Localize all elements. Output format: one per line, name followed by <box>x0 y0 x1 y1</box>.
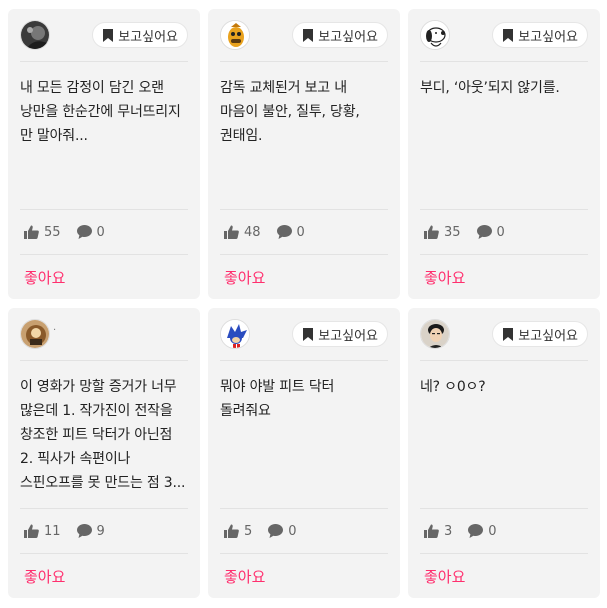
thumbs-up-icon <box>224 225 239 239</box>
like-button[interactable]: 좋아요 <box>20 566 65 587</box>
review-card: 보고싶어요 네? ㅇ0ㅇ? 3 0 좋아요 <box>408 308 600 598</box>
like-count-value: 48 <box>244 224 261 240</box>
like-button[interactable]: 좋아요 <box>220 267 265 288</box>
person-photo-avatar[interactable] <box>420 319 450 349</box>
card-stats: 35 0 <box>420 210 588 255</box>
thumbs-up-icon <box>424 225 439 239</box>
comment-count: 0 <box>476 224 505 240</box>
comment-count-value: 0 <box>488 523 497 539</box>
want-to-see-label: 보고싶어요 <box>318 327 378 343</box>
want-to-see-button[interactable]: 보고싶어요 <box>292 22 388 48</box>
comment-count: 0 <box>276 224 305 240</box>
want-to-see-label: 보고싶어요 <box>318 28 378 44</box>
card-stats: 5 0 <box>220 509 388 554</box>
comment-icon <box>476 225 492 239</box>
want-to-see-label: 보고싶어요 <box>118 28 178 44</box>
review-card-grid: 보고싶어요 내 모든 감정이 담긴 오랜 낭만을 한순간에 무너뜨리지 만 말아… <box>8 9 600 598</box>
like-button[interactable]: 좋아요 <box>420 267 465 288</box>
cartoon-character-avatar[interactable] <box>220 20 250 50</box>
card-header: . <box>20 308 188 361</box>
review-text[interactable]: 부디, ‘아웃’되지 않기를. <box>420 62 588 210</box>
comment-icon <box>76 225 92 239</box>
card-header: 보고싶어요 <box>420 9 588 62</box>
card-header: 보고싶어요 <box>220 9 388 62</box>
like-count: 55 <box>24 225 61 240</box>
want-to-see-button[interactable]: 보고싶어요 <box>492 321 588 347</box>
thumbs-up-icon <box>24 524 39 538</box>
bookmark-icon <box>503 28 514 42</box>
card-header: 보고싶어요 <box>420 308 588 361</box>
bookmark-icon <box>103 28 114 42</box>
card-stats: 55 0 <box>20 210 188 255</box>
sonic-avatar[interactable] <box>220 319 250 349</box>
like-count-value: 3 <box>444 523 453 539</box>
snoopy-avatar[interactable] <box>420 20 450 50</box>
card-stats: 11 9 <box>20 509 188 554</box>
comment-count-value: 9 <box>96 523 105 539</box>
figure-photo-avatar[interactable] <box>20 319 50 349</box>
card-stats: 48 0 <box>220 210 388 255</box>
user-photo-avatar[interactable] <box>20 20 50 50</box>
like-count: 5 <box>224 524 252 539</box>
card-header: 보고싶어요 <box>20 9 188 62</box>
like-count-value: 35 <box>444 224 461 240</box>
comment-icon <box>468 524 484 538</box>
comment-count: 0 <box>268 523 297 539</box>
bookmark-icon <box>503 327 514 341</box>
like-count-value: 55 <box>44 224 61 240</box>
like-count: 11 <box>24 524 61 539</box>
review-card: 보고싶어요 내 모든 감정이 담긴 오랜 낭만을 한순간에 무너뜨리지 만 말아… <box>8 9 200 299</box>
want-to-see-button[interactable]: 보고싶어요 <box>492 22 588 48</box>
review-card: 보고싶어요 뭐야 야발 피트 닥터 돌려줘요 5 0 좋아요 <box>208 308 400 598</box>
like-count: 35 <box>424 225 461 240</box>
want-to-see-label: 보고싶어요 <box>518 327 578 343</box>
review-text[interactable]: 이 영화가 망할 증거가 너무 많은데 1. 작가진이 전작을 창조한 피트 닥… <box>20 361 188 509</box>
review-text[interactable]: 내 모든 감정이 담긴 오랜 낭만을 한순간에 무너뜨리지 만 말아줘... <box>20 62 188 210</box>
comment-count: 0 <box>76 224 105 240</box>
card-stats: 3 0 <box>420 509 588 554</box>
review-card: . 이 영화가 망할 증거가 너무 많은데 1. 작가진이 전작을 창조한 피트… <box>8 308 200 598</box>
comment-count: 9 <box>76 523 105 539</box>
comment-count-value: 0 <box>296 224 305 240</box>
avatar-group: . <box>20 319 56 349</box>
like-count: 48 <box>224 225 261 240</box>
bookmark-icon <box>303 28 314 42</box>
bookmark-icon <box>303 327 314 341</box>
thumbs-up-icon <box>424 524 439 538</box>
comment-icon <box>276 225 292 239</box>
comment-count-value: 0 <box>288 523 297 539</box>
like-button[interactable]: 좋아요 <box>20 267 65 288</box>
want-to-see-button[interactable]: 보고싶어요 <box>292 321 388 347</box>
comment-count-value: 0 <box>496 224 505 240</box>
review-card: 보고싶어요 부디, ‘아웃’되지 않기를. 35 0 좋아요 <box>408 9 600 299</box>
want-to-see-button[interactable]: 보고싶어요 <box>92 22 188 48</box>
comment-icon <box>76 524 92 538</box>
like-count-value: 11 <box>44 523 61 539</box>
review-card: 보고싶어요 감독 교체된거 보고 내 마음이 불안, 질투, 당황, 권태임. … <box>208 9 400 299</box>
comment-icon <box>268 524 284 538</box>
review-text[interactable]: 네? ㅇ0ㅇ? <box>420 361 588 509</box>
want-to-see-label: 보고싶어요 <box>518 28 578 44</box>
card-header: 보고싶어요 <box>220 308 388 361</box>
thumbs-up-icon <box>224 524 239 538</box>
review-text[interactable]: 감독 교체된거 보고 내 마음이 불안, 질투, 당황, 권태임. <box>220 62 388 210</box>
comment-count: 0 <box>468 523 497 539</box>
like-count-value: 5 <box>244 523 253 539</box>
username-dot: . <box>53 322 57 333</box>
comment-count-value: 0 <box>96 224 105 240</box>
like-count: 3 <box>424 524 452 539</box>
thumbs-up-icon <box>24 225 39 239</box>
like-button[interactable]: 좋아요 <box>220 566 265 587</box>
review-text[interactable]: 뭐야 야발 피트 닥터 돌려줘요 <box>220 361 388 509</box>
like-button[interactable]: 좋아요 <box>420 566 465 587</box>
